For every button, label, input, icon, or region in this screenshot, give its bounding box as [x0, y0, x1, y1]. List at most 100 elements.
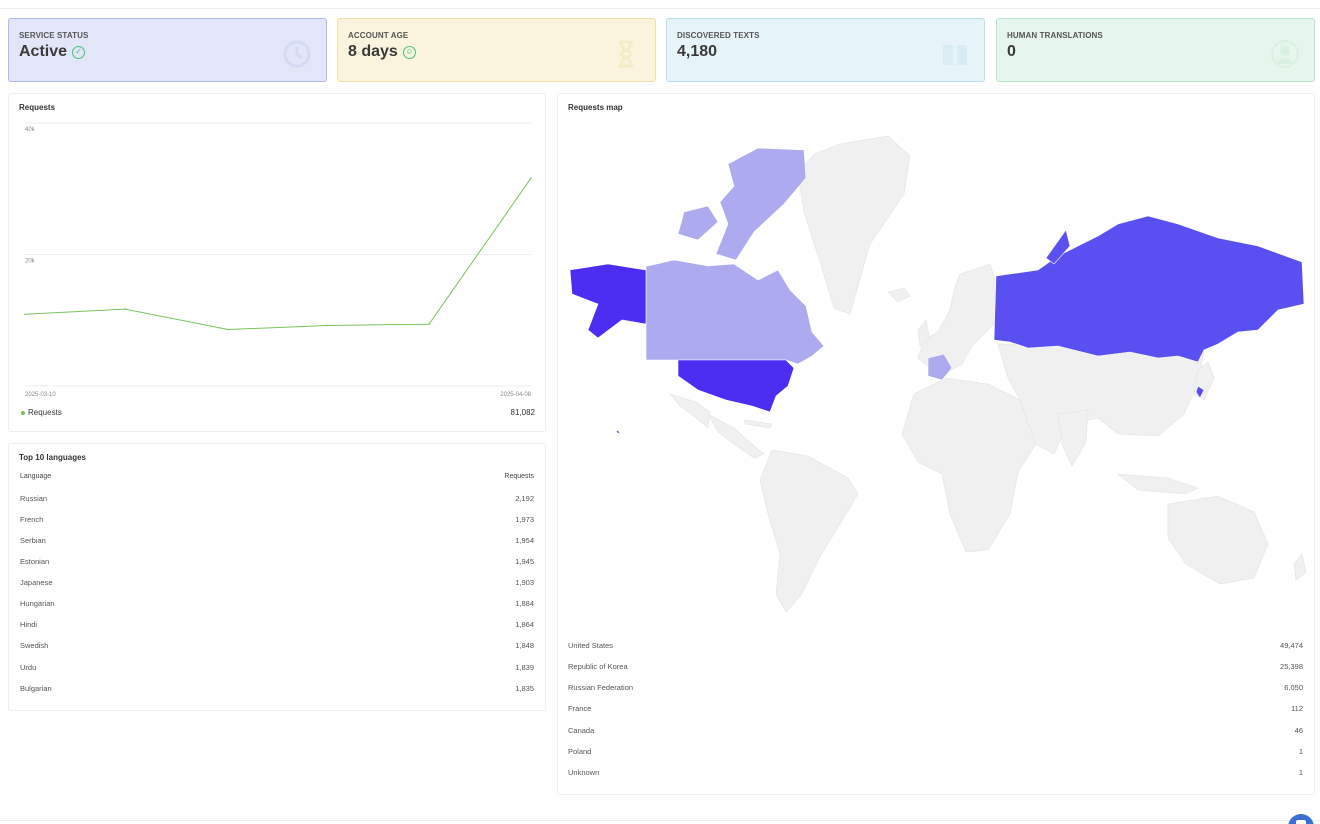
requests-map-panel: Requests map United States 49,474 Republ… — [557, 93, 1315, 795]
card-label: SERVICE STATUS — [19, 31, 89, 40]
country-name: United States — [568, 641, 614, 650]
country-row[interactable]: Republic of Korea 25,398 — [568, 662, 1303, 674]
map-country-south-america[interactable] — [759, 449, 859, 613]
table-row: Serbian 1,954 — [20, 536, 534, 548]
clock-icon — [283, 40, 311, 68]
map-country-canada-north[interactable] — [715, 147, 807, 261]
country-name: Poland — [568, 747, 592, 756]
language-requests: 1,945 — [515, 557, 534, 566]
country-value: 46 — [1294, 726, 1303, 735]
country-row[interactable]: Poland 1 — [568, 747, 1303, 759]
country-value: 1 — [1298, 747, 1303, 756]
country-value: 25,398 — [1280, 662, 1303, 671]
language-name: Serbian — [20, 536, 46, 545]
bottom-divider — [0, 820, 1320, 821]
language-requests: 1,973 — [515, 515, 534, 524]
human-translations-card: HUMAN TRANSLATIONS 0 — [996, 18, 1315, 82]
service-status-card: SERVICE STATUS Active ✓ — [8, 18, 327, 82]
language-requests: 1,848 — [515, 641, 534, 650]
human-translations-value: 0 — [1007, 43, 1016, 60]
y-tick-label: 20k — [25, 259, 36, 265]
table-row: Hindi 1,864 — [20, 620, 534, 632]
country-row[interactable]: Russian Federation 6,050 — [568, 683, 1303, 695]
language-name: Swedish — [20, 641, 49, 650]
requests-line-chart: 20k 40k 2025-03-10 2025-04-08 — [24, 122, 532, 398]
language-name: Japanese — [20, 578, 53, 587]
y-tick-label: 40k — [25, 127, 36, 133]
book-icon — [943, 45, 967, 65]
col-requests: Requests — [504, 473, 534, 480]
country-row[interactable]: Unknown 1 — [568, 768, 1303, 780]
panel-title: Top 10 languages — [19, 453, 86, 462]
table-row: Bulgarian 1,835 — [20, 684, 534, 696]
table-row: Hungarian 1,884 — [20, 599, 534, 611]
map-country-greenland[interactable] — [797, 135, 911, 315]
country-row[interactable]: Canada 46 — [568, 726, 1303, 738]
requests-data-point — [124, 308, 126, 310]
service-status-value: Active — [19, 43, 68, 60]
language-name: Hindi — [20, 620, 38, 629]
country-value: 6,050 — [1284, 683, 1303, 692]
check-circle-icon: ✓ — [72, 45, 86, 59]
chat-button[interactable] — [1288, 814, 1314, 824]
country-row[interactable]: France 112 — [568, 704, 1303, 716]
user-icon — [1271, 40, 1299, 68]
country-name: France — [568, 704, 592, 713]
table-header: Language Requests — [20, 473, 534, 480]
legend-label: Requests — [28, 408, 62, 417]
requests-series-line — [24, 177, 532, 331]
requests-data-point — [530, 177, 532, 179]
language-requests: 1,835 — [515, 684, 534, 693]
map-country-alaska[interactable] — [569, 263, 647, 339]
country-name: Canada — [568, 726, 595, 735]
card-label: ACCOUNT AGE — [348, 31, 409, 40]
language-name: Russian — [20, 494, 48, 503]
card-label: HUMAN TRANSLATIONS — [1007, 31, 1103, 40]
top-languages-panel: Top 10 languages Language Requests Russi… — [8, 443, 546, 711]
country-value: 49,474 — [1280, 641, 1303, 650]
map-country-iceland[interactable] — [887, 287, 911, 303]
table-row: French 1,973 — [20, 515, 534, 527]
table-row: Urdu 1,839 — [20, 663, 534, 675]
language-requests: 1,884 — [515, 599, 534, 608]
language-name: Hungarian — [20, 599, 55, 608]
chart-legend[interactable]: Requests — [21, 408, 62, 417]
x-tick-label: 2025-04-08 — [500, 392, 531, 398]
language-requests: 1,903 — [515, 578, 534, 587]
language-requests: 1,839 — [515, 663, 534, 672]
requests-data-point — [227, 328, 229, 331]
table-row: Russian 2,192 — [20, 494, 534, 506]
map-country-europe[interactable] — [917, 263, 999, 373]
country-name: Unknown — [568, 768, 600, 777]
map-country-hawaii[interactable] — [615, 429, 621, 435]
map-country-new-zealand[interactable] — [1293, 553, 1307, 581]
language-name: Bulgarian — [20, 684, 52, 693]
map-country-india[interactable] — [1057, 409, 1089, 467]
map-country-australia[interactable] — [1167, 495, 1269, 585]
country-row[interactable]: United States 49,474 — [568, 641, 1303, 653]
country-value: 1 — [1298, 768, 1303, 777]
map-country-indonesia[interactable] — [1117, 473, 1199, 495]
top-divider — [0, 8, 1320, 9]
map-country-mexico[interactable] — [669, 393, 711, 429]
map-country-canada-islands[interactable] — [677, 205, 719, 241]
map-country-russia[interactable] — [993, 215, 1305, 363]
map-country-canada[interactable] — [645, 259, 825, 365]
x-tick-label: 2025-03-10 — [25, 392, 56, 398]
map-country-central-america[interactable] — [707, 413, 765, 459]
requests-total: 81,082 — [510, 408, 535, 417]
country-name: Republic of Korea — [568, 662, 628, 671]
card-label: DISCOVERED TEXTS — [677, 31, 760, 40]
table-row: Japanese 1,903 — [20, 578, 534, 590]
table-row: Swedish 1,848 — [20, 641, 534, 653]
language-name: Urdu — [20, 663, 37, 672]
smile-icon: ☺ — [402, 45, 416, 59]
requests-data-point — [428, 323, 430, 325]
map-country-caribbean[interactable] — [743, 419, 773, 429]
language-requests: 1,954 — [515, 536, 534, 545]
col-language: Language — [20, 473, 52, 480]
language-requests: 2,192 — [515, 494, 534, 503]
world-map — [569, 135, 1307, 613]
requests-data-point — [24, 313, 26, 316]
map-country-africa[interactable] — [901, 377, 1037, 553]
